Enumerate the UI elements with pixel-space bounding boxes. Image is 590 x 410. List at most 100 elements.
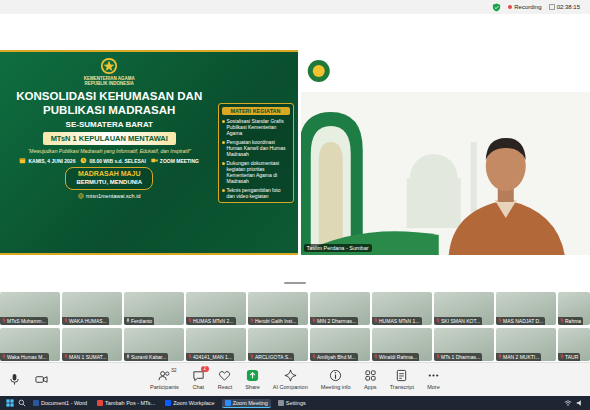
microphone-icon [436,354,440,359]
participant-tile[interactable]: MAS NADJAT D... [496,292,556,325]
materials-title: MATERI KEGIATAN [222,107,290,115]
participant-label: 424141_MAN 1... [186,353,234,361]
participant-tile[interactable]: Ferdianto [124,292,184,325]
taskbar-app-label: Document1 - Word [41,400,87,406]
speaker-icon[interactable] [576,399,584,407]
toolbar-button[interactable]: Share [245,369,260,390]
toolbar-button[interactable]: AI Companion [273,369,308,390]
top-bar: Recording02:38:15 [0,0,590,14]
materials-panel: MATERI KEGIATANSosialisasi Standar Grafi… [218,103,294,203]
participant-tile[interactable]: Winaldi Rahma... [372,328,432,361]
heart-icon [218,369,231,382]
toolbar-button[interactable]: More [427,369,440,390]
ministry-emblem: KEMENTERIAN AGAMAREPUBLIK INDONESIA [84,57,135,87]
microphone-icon[interactable] [8,373,21,386]
participant-label: TAUR [558,353,580,361]
toolbar-icon-wrap [246,369,259,382]
timer-icon [549,4,555,10]
participants-icon [158,369,171,382]
shield-icon[interactable] [492,3,501,12]
participant-tile[interactable]: Waka Humas M... [0,328,60,361]
taskbar-app[interactable]: Zoom Meeting [222,399,271,408]
toolbar-label: React [218,384,232,390]
participant-label: HUMAS MTsN 2... [186,317,236,325]
toolbar-label: Apps [364,384,377,390]
participant-tile[interactable]: Amiliyah Bhd M... [310,328,370,361]
participant-name: Waka Humas M... [7,354,47,360]
recording-indicator[interactable]: Recording [508,4,541,10]
material-bullet [222,189,225,192]
participant-label: Ferdianto [124,317,154,325]
toolbar-button[interactable]: Meeting info [321,369,351,390]
meeting-stage: KEMENTERIAN AGAMAREPUBLIK INDONESIAKONSO… [0,14,590,290]
participant-tile[interactable]: HUMAS MTsN 1... [372,292,432,325]
app-icon [97,400,103,406]
participant-tile[interactable]: ARCLIGOTA S... [248,328,308,361]
participant-tile[interactable]: Hendri Galih Inst... [248,292,308,325]
microphone-icon [560,318,564,323]
toolbar-button[interactable]: Apps [364,369,377,390]
microphone-icon [250,354,254,359]
toolbar-button[interactable]: React [218,369,232,390]
video-camera-icon[interactable] [35,373,48,386]
taskbar-app[interactable]: Tambah Pos - MTs... [94,399,158,408]
participant-tile[interactable]: MAN 1 SUMAT... [62,328,122,361]
participant-label: MAS NADJAT D... [496,317,545,325]
website: mtsn1mentawai.sch.id [78,193,140,199]
participant-tile[interactable]: Suzanti Kabar... [124,328,184,361]
toolbar-button[interactable]: 2 Chat [192,369,205,390]
toolbar-label: Transcript [390,384,414,390]
participant-label: MIN 2 Dharmas... [310,317,358,325]
participant-label: Winaldi Rahma... [372,353,419,361]
participant-tile[interactable]: WAKA HUMAS... [62,292,122,325]
participant-tile[interactable]: MAN 2 MUKTI... [496,328,556,361]
toolbar-button[interactable]: 32Participants [150,369,179,390]
wifi-icon[interactable] [564,399,572,407]
participant-tile[interactable]: MTsS Muhamm... [0,292,60,325]
toolbar-icon-wrap [364,369,377,382]
event-detail-text: ZOOM MEETING [160,158,199,164]
search-icon[interactable] [18,399,26,407]
toolbar-button[interactable]: Transcript [390,369,414,390]
participant-label: WAKA HUMAS... [62,317,109,325]
event-details: KAMIS, 4 JUNI 202608.00 WIB s.d. SELESAI… [19,157,199,164]
event-detail: ZOOM MEETING [151,157,199,164]
toolbar-icon-wrap [284,369,297,382]
microphone-icon [312,318,316,323]
participant-tile[interactable]: HUMAS MTsN 2... [186,292,246,325]
event-detail-text: 08.00 WIB s.d. SELESAI [89,158,145,164]
info-icon [329,369,342,382]
toolbar-label: Chat [192,384,204,390]
speaker-name-tag: Taslim Perdana - Sumbar [304,244,372,252]
toolbar-icon-wrap [395,369,408,382]
participant-tile[interactable]: Rahma [558,292,590,325]
participant-tile[interactable]: 424141_MAN 1... [186,328,246,361]
participant-gallery: MTsS Muhamm...WAKA HUMAS... Ferdianto HUMA… [0,290,590,362]
taskbar-app[interactable]: Document1 - Word [30,399,90,408]
calendar-icon [19,157,26,164]
participant-name: Ferdianto [131,318,152,324]
toolbar-icon-wrap: 2 [192,369,205,382]
toolbar-label: AI Companion [273,384,308,390]
participant-name: Winaldi Rahma... [379,354,417,360]
participant-tile[interactable]: TAUR [558,328,590,361]
participant-tile[interactable]: MIN 2 Dharmas... [310,292,370,325]
participant-label: Waka Humas M... [0,353,49,361]
taskbar-app-label: Zoom Workplace [173,400,214,406]
taskbar-app[interactable]: Settings [275,399,309,408]
participant-name: TAUR [565,354,578,360]
windows-start-icon[interactable] [6,399,14,407]
banner-main: KEMENTERIAN AGAMAREPUBLIK INDONESIAKONSO… [4,57,215,249]
participant-name: Hendri Galih Inst... [255,318,296,324]
recording-label: Recording [514,4,541,10]
microphone-icon [126,354,130,359]
participant-tile[interactable]: MTs 1 Dharmas... [434,328,494,361]
microphone-icon [250,318,254,323]
participant-tile[interactable]: SKI SMAN KOT... [434,292,494,325]
taskbar-app[interactable]: Zoom Workplace [162,399,217,408]
transcript-icon [395,369,408,382]
material-bullet [222,120,225,123]
toolbar-icon-wrap [427,369,440,382]
participant-label: MAN 2 MUKTI... [496,353,541,361]
resize-handle[interactable] [284,282,306,284]
